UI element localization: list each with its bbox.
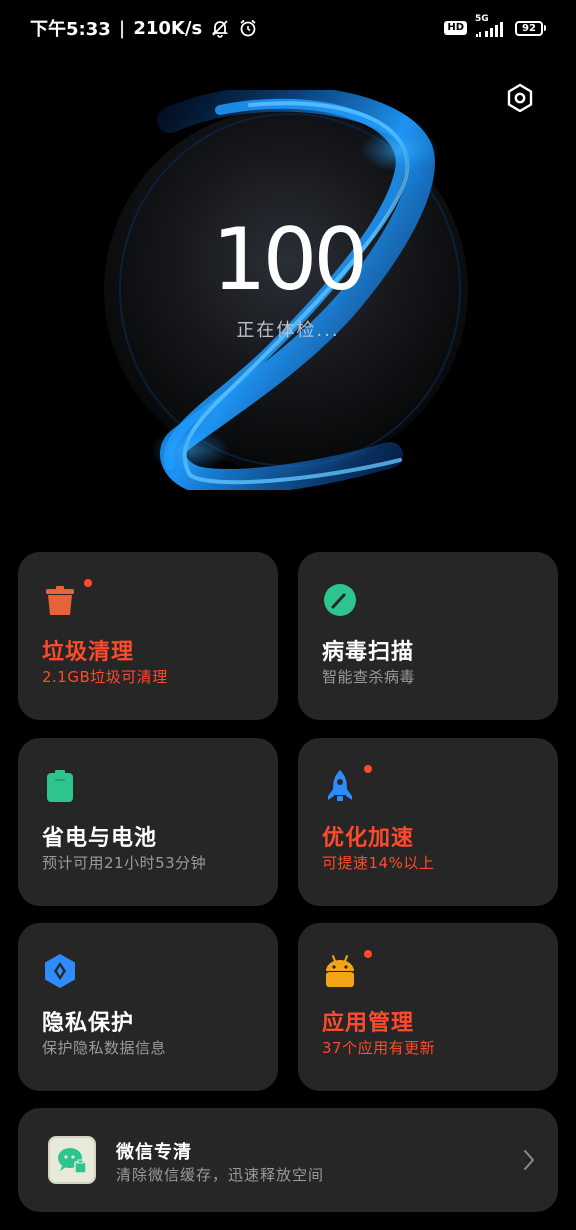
card-title: 病毒扫描 [322,640,415,665]
card-subtitle: 保护隐私数据信息 [42,1039,167,1057]
battery-icon [42,768,78,804]
settings-hexagon-icon [504,82,536,118]
network-speed: 210K/s [133,17,203,39]
privacy-shield-icon [42,953,78,989]
card-junk-clean[interactable]: 垃圾清理 2.1GB垃圾可清理 [18,552,278,720]
card-speed-boost[interactable]: 优化加速 可提速14%以上 [298,738,558,906]
update-badge [364,950,372,958]
card-title: 应用管理 [322,1011,415,1036]
card-title: 垃圾清理 [42,640,135,665]
alarm-clock-icon [238,18,258,38]
card-subtitle: 2.1GB垃圾可清理 [42,668,168,686]
battery-level: 92 [515,20,543,36]
scan-status-text: 正在体检... [236,320,340,341]
card-title: 优化加速 [322,826,415,851]
wechat-clean-title: 微信专清 [116,1142,192,1163]
clock-time: 下午5:33 [30,19,111,40]
card-subtitle: 37个应用有更新 [322,1039,436,1057]
card-virus-scan[interactable]: 病毒扫描 智能查杀病毒 [298,552,558,720]
card-title: 隐私保护 [42,1011,135,1036]
battery-cap [544,25,546,31]
card-title: 省电与电池 [42,826,158,851]
wechat-clean-subtitle: 清除微信缓存，迅速释放空间 [116,1166,325,1184]
android-app-icon [322,953,358,989]
virus-scan-icon [322,582,358,618]
network-type: 5G [475,14,489,24]
card-subtitle: 可提速14%以上 [322,854,435,872]
battery-indicator: 92 [515,20,546,36]
status-bar: 下午5:33 | 210K/s HD 5G 92 [0,0,576,56]
card-privacy-protect[interactable]: 隐私保护 保护隐私数据信息 [18,923,278,1091]
update-badge [84,579,92,587]
rocket-icon [322,768,358,804]
chevron-right-icon [522,1148,536,1176]
card-wechat-clean[interactable]: 微信专清 清除微信缓存，迅速释放空间 [18,1108,558,1212]
card-subtitle: 预计可用21小时53分钟 [42,854,207,872]
trash-bin-icon [42,582,78,618]
health-score: 100 [211,210,368,310]
status-right: HD 5G 92 [444,14,546,38]
update-badge [364,765,372,773]
wechat-clean-icon [48,1136,96,1184]
card-app-manager[interactable]: 应用管理 37个应用有更新 [298,923,558,1091]
card-battery-saver[interactable]: 省电与电池 预计可用21小时53分钟 [18,738,278,906]
status-separator: | [118,17,126,39]
hd-badge: HD [444,21,467,35]
mute-bell-icon [210,18,230,38]
settings-button[interactable] [500,80,540,120]
status-left: 下午5:33 | 210K/s [30,15,258,41]
signal-strength-icon: 5G [475,14,507,38]
card-subtitle: 智能查杀病毒 [322,668,416,686]
